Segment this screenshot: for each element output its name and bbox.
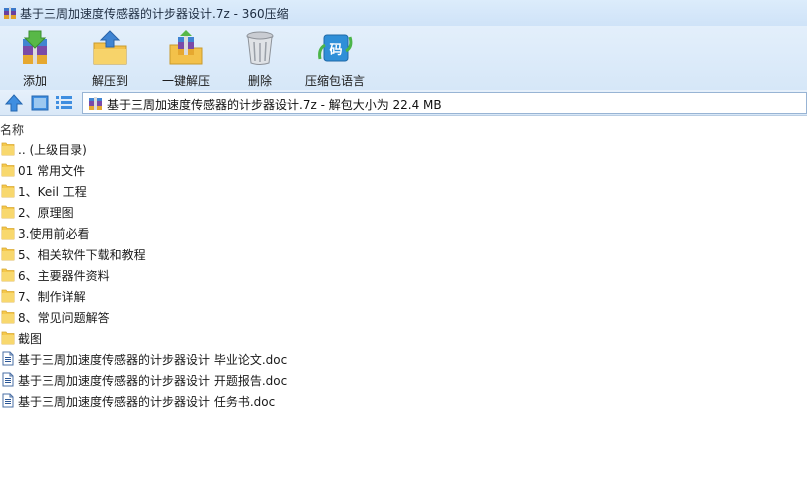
column-header-name[interactable]: 名称 <box>0 121 24 138</box>
archive-app-icon <box>4 7 16 19</box>
extract-to-button-label: 解压到 <box>91 74 128 88</box>
file-name: 01 常用文件 <box>18 164 86 178</box>
archive-language-button-label: 压缩包语言 <box>304 74 365 88</box>
file-name: 5、相关软件下载和教程 <box>18 248 146 262</box>
delete-button[interactable]: 删除 <box>238 29 282 89</box>
file-name: 1、Keil 工程 <box>18 185 87 199</box>
address-bar: 基于三周加速度传感器的计步器设计.7z - 解包大小为 22.4 MB <box>0 90 807 116</box>
file-name: 2、原理图 <box>18 206 74 220</box>
folder-row[interactable]: 6、主要器件资料 <box>0 264 807 285</box>
file-name: 基于三周加速度传感器的计步器设计 毕业论文.doc <box>18 353 288 367</box>
folder-row[interactable]: 1、Keil 工程 <box>0 180 807 201</box>
folder-row[interactable]: 3.使用前必看 <box>0 222 807 243</box>
folder-icon <box>1 247 15 261</box>
folder-icon <box>1 268 15 282</box>
trash-can-icon <box>246 31 274 65</box>
file-name: 7、制作详解 <box>18 290 86 304</box>
archive-language-button[interactable]: 码 压缩包语言 <box>302 29 368 89</box>
folder-row[interactable]: 5、相关软件下载和教程 <box>0 243 807 264</box>
folder-row[interactable]: 截图 <box>0 327 807 348</box>
list-view-icon[interactable] <box>54 93 74 113</box>
one-click-extract-button-label: 一键解压 <box>161 74 210 88</box>
word-document-icon <box>2 351 14 366</box>
file-name: 基于三周加速度传感器的计步器设计 任务书.doc <box>18 395 276 409</box>
file-name: .. (上级目录) <box>18 143 87 157</box>
path-field[interactable]: 基于三周加速度传感器的计步器设计.7z - 解包大小为 22.4 MB <box>82 92 807 114</box>
file-list: 名称 .. (上级目录) 01 常用文件 1、Keil 工程 2、原理图 3.使用前必看… <box>0 117 807 490</box>
file-name: 3.使用前必看 <box>18 227 90 241</box>
folder-icon <box>1 289 15 303</box>
archive-path-text: 基于三周加速度传感器的计步器设计.7z - 解包大小为 22.4 MB <box>107 98 442 112</box>
window-title: 基于三周加速度传感器的计步器设计.7z - 360压缩 <box>20 7 289 21</box>
file-name: 8、常见问题解答 <box>18 311 110 325</box>
add-button[interactable]: 添加 <box>10 29 60 89</box>
one-click-extract-icon <box>169 30 203 65</box>
file-rows: .. (上级目录) 01 常用文件 1、Keil 工程 2、原理图 3.使用前必看 5、相… <box>0 138 807 411</box>
one-click-extract-button[interactable]: 一键解压 <box>158 29 214 89</box>
file-name: 基于三周加速度传感器的计步器设计 开题报告.doc <box>18 374 288 388</box>
add-button-label: 添加 <box>22 74 47 88</box>
title-bar[interactable]: 基于三周加速度传感器的计步器设计.7z - 360压缩 <box>0 0 807 26</box>
word-document-icon <box>2 372 14 387</box>
extract-to-folder-icon <box>93 30 127 65</box>
add-archive-icon <box>23 30 47 64</box>
up-arrow-icon[interactable] <box>4 93 24 113</box>
archive-file-icon <box>89 97 102 110</box>
toolbar: 添加 解压到 一键解压 删除 码 压缩包语言 <box>0 26 807 90</box>
file-name: 截图 <box>18 332 43 346</box>
folder-row[interactable]: 8、常见问题解答 <box>0 306 807 327</box>
folder-icon <box>1 184 15 198</box>
file-row[interactable]: 基于三周加速度传感器的计步器设计 开题报告.doc <box>0 369 807 390</box>
folder-row[interactable]: 7、制作详解 <box>0 285 807 306</box>
extract-to-button[interactable]: 解压到 <box>84 29 136 89</box>
folder-row[interactable]: 2、原理图 <box>0 201 807 222</box>
folder-icon <box>1 226 15 240</box>
file-row[interactable]: 基于三周加速度传感器的计步器设计 毕业论文.doc <box>0 348 807 369</box>
folder-icon <box>1 163 15 177</box>
folder-row[interactable]: .. (上级目录) <box>0 138 807 159</box>
delete-button-label: 删除 <box>247 74 272 88</box>
word-document-icon <box>2 393 14 408</box>
folder-icon <box>1 310 15 324</box>
folder-icon <box>1 331 15 345</box>
language-glyph: 码 <box>329 43 342 58</box>
archive-language-icon: 码 <box>318 34 353 62</box>
thumbnail-view-icon[interactable] <box>30 93 50 113</box>
folder-row[interactable]: 01 常用文件 <box>0 159 807 180</box>
file-name: 6、主要器件资料 <box>18 269 110 283</box>
file-row[interactable]: 基于三周加速度传感器的计步器设计 任务书.doc <box>0 390 807 411</box>
folder-icon <box>1 205 15 219</box>
folder-icon <box>1 142 15 156</box>
